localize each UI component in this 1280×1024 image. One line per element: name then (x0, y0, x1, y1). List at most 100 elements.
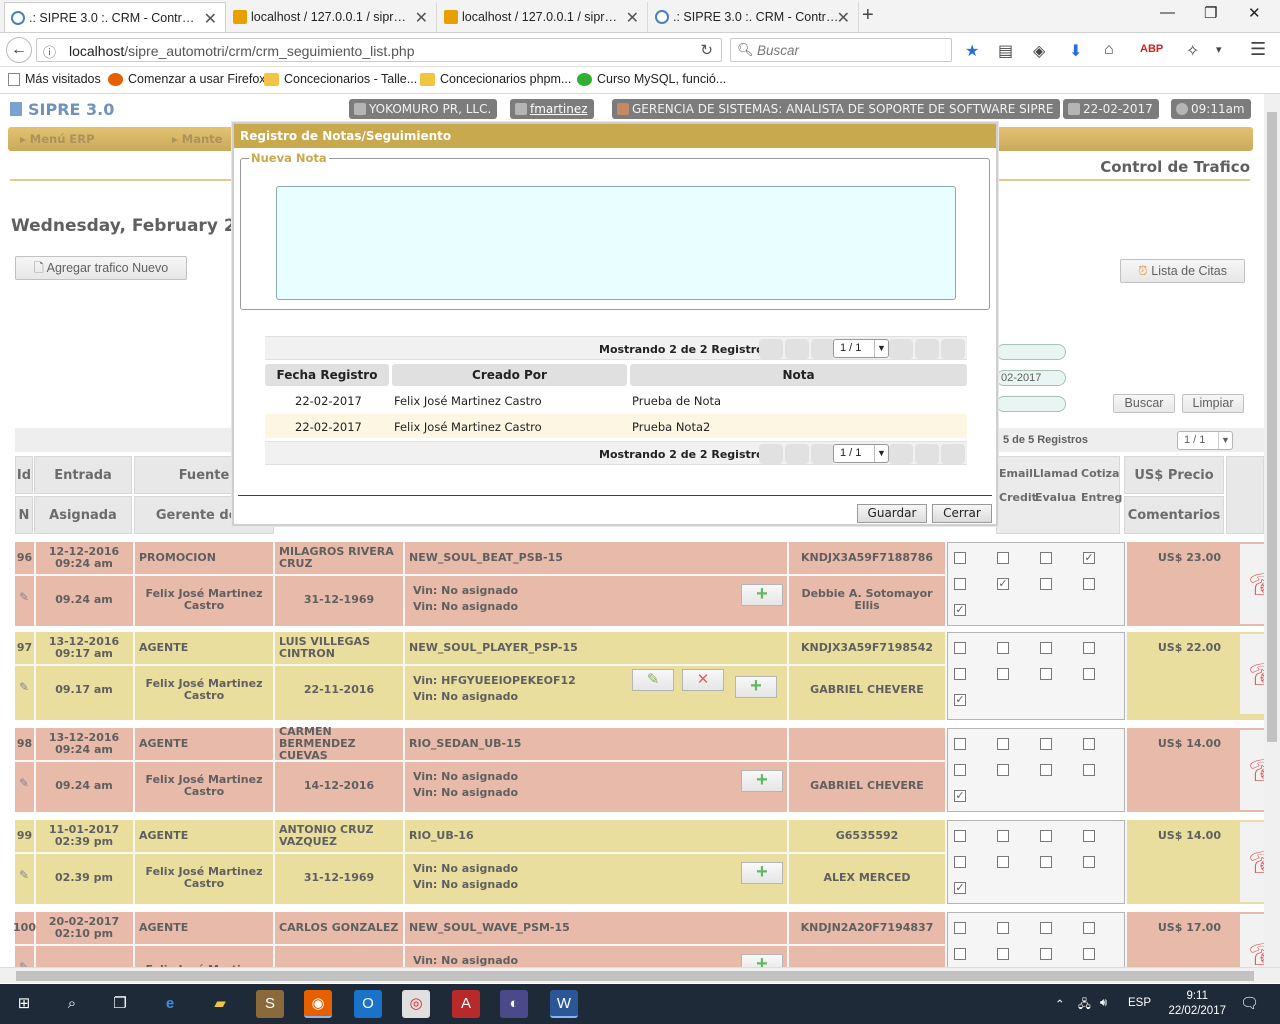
page-select[interactable]: 1 / 1 ▼ (833, 339, 889, 358)
scroll-thumb[interactable] (1267, 112, 1277, 742)
page-spacer (889, 339, 913, 359)
browser-tab-3[interactable]: localhost / 127.0.0.1 / sipr… ✕ (438, 2, 648, 32)
info-icon[interactable]: ⓘ (43, 42, 56, 61)
system-clock[interactable]: 9:11 22/02/2017 (1168, 989, 1226, 1019)
extension-icon[interactable]: ✧ (1186, 41, 1199, 61)
volume-icon[interactable]: 🔊︎ (1100, 997, 1107, 1010)
windows-start-icon[interactable]: ⊞ (10, 990, 38, 1018)
folder-icon (264, 72, 279, 86)
first-page-button[interactable] (759, 444, 783, 464)
url-path: /sipre_automotri/crm/crm_seguimiento_lis… (124, 43, 415, 59)
tray-chevron-icon[interactable]: ⌃ (1055, 997, 1065, 1011)
modal-divider (238, 495, 992, 496)
tab-title: .: SIPRE 3.0 :. CRM - Contr… (29, 10, 195, 25)
bookmark-most-visited[interactable]: Más visitados (8, 72, 101, 86)
notes-modal: Registro de Notas/Seguimiento Nueva Nota… (232, 122, 998, 526)
reading-list-icon[interactable]: ▤ (998, 41, 1013, 61)
note-textarea[interactable] (276, 186, 956, 300)
browser-tab-4[interactable]: .: SIPRE 3.0 :. CRM - Contr… ✕ (649, 2, 859, 32)
phpmyadmin-favicon-icon (233, 10, 247, 24)
word-icon[interactable]: W (550, 990, 578, 1018)
save-button[interactable]: Guardar (857, 504, 927, 523)
page-spacer (811, 444, 835, 464)
notes-pager-bottom: Mostrando 2 de 2 Registros 1 / 1 ▼ (265, 441, 967, 465)
hamburger-menu-icon[interactable]: ☰ (1250, 39, 1266, 60)
prev-page-button[interactable] (785, 339, 809, 359)
modal-title: Registro de Notas/Seguimiento (234, 124, 996, 148)
close-tab-icon[interactable]: ✕ (204, 9, 217, 29)
col-fecha-registro: Fecha Registro (265, 364, 389, 386)
new-tab-icon[interactable]: + (862, 4, 874, 27)
tab-title: .: SIPRE 3.0 :. CRM - Contr… (673, 10, 839, 24)
search-icon[interactable]: ⌕ (58, 990, 86, 1018)
page-spacer (811, 339, 835, 359)
bookmark-firefox[interactable]: Comenzar a usar Firefox (108, 72, 266, 86)
prev-page-button[interactable] (785, 444, 809, 464)
notifications-icon[interactable]: 🗨︎ (1240, 994, 1259, 1012)
chrome-icon[interactable]: ◎ (402, 990, 430, 1018)
close-tab-icon[interactable]: ✕ (626, 8, 639, 28)
task-view-icon[interactable]: ❐ (106, 990, 134, 1018)
maximize-icon[interactable]: ❐ (1204, 4, 1217, 22)
home-icon[interactable]: ⌂ (1104, 41, 1114, 59)
navigation-bar: ← ⓘ localhost/sipre_automotri/crm/crm_se… (0, 33, 1280, 67)
back-icon[interactable]: ← (6, 37, 32, 63)
close-button[interactable]: Cerrar (932, 504, 992, 523)
bookmark-concecionarios-taller[interactable]: Concecionarios - Talle... (264, 72, 417, 86)
bookmark-star-icon[interactable]: ★ (965, 41, 979, 61)
extension-dropdown-icon[interactable]: ▾ (1216, 43, 1222, 56)
next-page-button[interactable] (915, 444, 939, 464)
downloads-icon[interactable]: ⬇ (1069, 41, 1082, 61)
note-row: 22-02-2017 Felix José Martinez Castro Pr… (265, 414, 967, 438)
chevron-down-icon: ▼ (874, 445, 888, 462)
access-icon[interactable]: A (452, 990, 480, 1018)
close-tab-icon[interactable]: ✕ (415, 8, 428, 28)
tab-title: localhost / 127.0.0.1 / sipr… (462, 10, 617, 24)
edge-icon[interactable]: e (156, 990, 184, 1018)
url-bar[interactable]: ⓘ localhost/sipre_automotri/crm/crm_segu… (36, 38, 722, 62)
last-page-button[interactable] (941, 339, 965, 359)
col-creado-por: Creado Por (392, 364, 627, 386)
browser-tab-strip: .: SIPRE 3.0 :. CRM - Contr… ✕ localhost… (0, 0, 1280, 33)
bookmark-concecionarios-phpm[interactable]: Concecionarios phpm... (420, 72, 571, 86)
adblock-icon[interactable]: ABP (1140, 43, 1163, 55)
sipre-favicon-icon (11, 11, 25, 25)
page-icon (8, 72, 20, 86)
records-label: Mostrando 2 de 2 Registros (599, 448, 771, 461)
course-icon (577, 72, 592, 86)
minimize-icon[interactable]: — (1160, 4, 1175, 21)
browser-tab-2[interactable]: localhost / 127.0.0.1 / sipr… ✕ (227, 2, 437, 32)
close-window-icon[interactable]: ✕ (1248, 4, 1261, 22)
windows-taskbar: ⊞ ⌕ ❐ e ▰ S ◉ O ◎ A ◐ W ⌃ 🖧︎ 🔊︎ ESP 9:11… (0, 984, 1280, 1024)
col-nota: Nota (630, 364, 967, 386)
network-icon[interactable]: 🖧︎ (1078, 997, 1091, 1016)
vpn-icon[interactable]: ◐ (500, 990, 528, 1018)
phpmyadmin-favicon-icon (444, 10, 458, 24)
tab-title: localhost / 127.0.0.1 / sipr… (251, 10, 406, 24)
reload-icon[interactable]: ↻ (700, 41, 713, 59)
file-explorer-icon[interactable]: ▰ (206, 990, 234, 1018)
search-icon: 🔍︎ (737, 42, 754, 57)
search-bar[interactable]: 🔍︎ Buscar (730, 38, 952, 62)
sipre-favicon-icon (655, 10, 669, 24)
bookmark-curso-mysql[interactable]: Curso MySQL, funció... (577, 72, 726, 86)
records-label: Mostrando 2 de 2 Registros (599, 343, 771, 356)
notes-pager-top: Mostrando 2 de 2 Registros 1 / 1 ▼ (265, 336, 967, 360)
browser-tab-1[interactable]: .: SIPRE 3.0 :. CRM - Contr… ✕ (4, 2, 226, 32)
last-page-button[interactable] (941, 444, 965, 464)
firefox-icon[interactable]: ◉ (304, 990, 332, 1018)
chevron-down-icon: ▼ (874, 340, 888, 357)
sublime-icon[interactable]: S (256, 990, 284, 1018)
first-page-button[interactable] (759, 339, 783, 359)
horizontal-scrollbar[interactable] (0, 967, 1280, 983)
new-note-legend: Nueva Nota (249, 151, 329, 165)
vertical-scrollbar[interactable] (1264, 94, 1280, 967)
outlook-icon[interactable]: O (354, 990, 382, 1018)
scroll-thumb[interactable] (16, 971, 1254, 981)
close-tab-icon[interactable]: ✕ (837, 8, 850, 28)
language-indicator[interactable]: ESP (1128, 997, 1151, 1009)
page-select[interactable]: 1 / 1 ▼ (833, 444, 889, 463)
next-page-button[interactable] (915, 339, 939, 359)
pocket-icon[interactable]: ◈ (1033, 41, 1045, 61)
folder-icon (420, 72, 435, 86)
